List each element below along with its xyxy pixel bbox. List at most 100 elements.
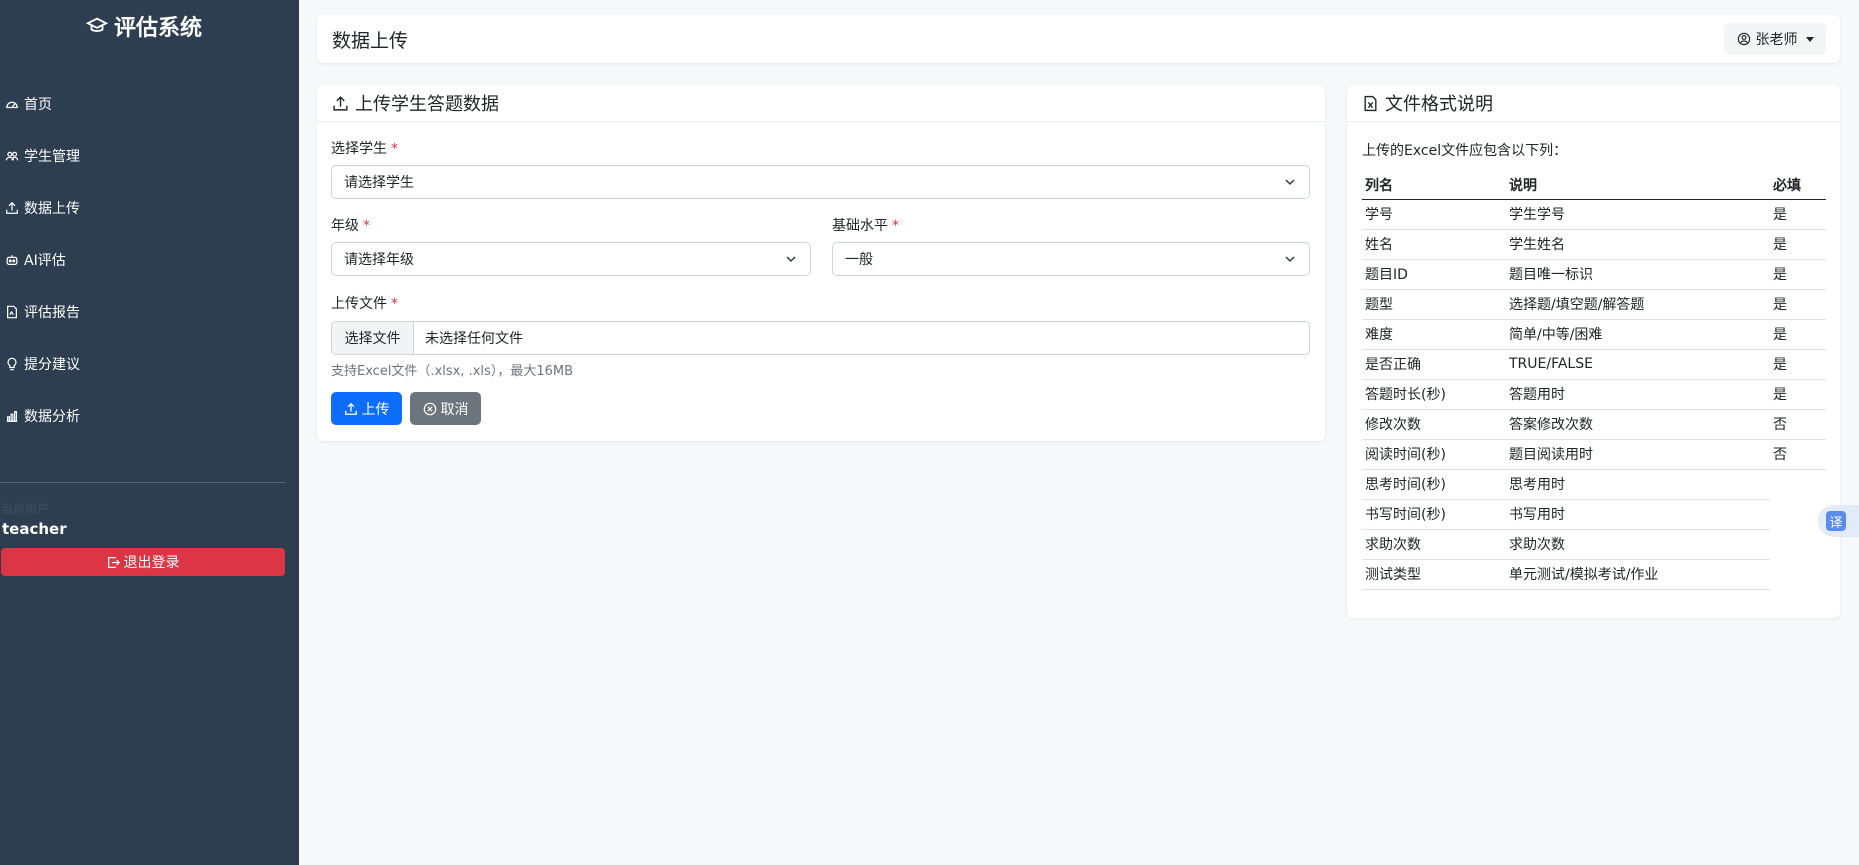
table-row: 是否正确 TRUE/FALSE 是 — [1362, 349, 1826, 380]
sidebar-item-label: 提分建议 — [24, 357, 80, 373]
lightbulb-icon — [7, 357, 17, 371]
format-table: 列名 说明 必填 学号 学生学号是 姓名 学生姓名是 题目ID 题目唯一标识是 题型选… — [1362, 171, 1826, 590]
table-row: 题型 选择题/填空题/解答题是 — [1362, 289, 1826, 320]
required-mark: * — [363, 218, 370, 234]
column-header: 必填 — [1770, 171, 1826, 200]
table-cell: 题目唯一标识 — [1506, 259, 1770, 290]
table-row: 书写时间(秒) 书写用时 — [1362, 499, 1826, 530]
table-cell: 答案修改次数 — [1506, 409, 1770, 440]
speedometer-icon — [6, 101, 18, 109]
choose-file-button[interactable]: 选择文件 — [332, 322, 414, 354]
table-cell: 学生姓名 — [1506, 229, 1770, 260]
x-circle-icon — [423, 402, 436, 415]
graduation-cap-icon — [85, 17, 108, 32]
sidebar-item-analytics[interactable]: 数据分析 — [0, 390, 288, 442]
table-header-row: 列名 说明 必填 — [1362, 171, 1826, 200]
sidebar-item-upload[interactable]: 数据上传 — [0, 182, 288, 234]
table-row: 答题时长(秒) 答题用时是 — [1362, 379, 1826, 410]
logout-label: 退出登录 — [123, 554, 180, 570]
sidebar-item-students[interactable]: 学生管理 — [0, 130, 288, 182]
student-label: 选择学生 * — [331, 138, 398, 158]
translate-icon: 译 — [1826, 511, 1846, 531]
robot-icon — [6, 255, 18, 265]
table-cell: 书写用时 — [1506, 499, 1770, 530]
chevron-down-icon — [1285, 179, 1295, 186]
table-cell: 否 — [1770, 409, 1826, 440]
table-row: 思考时间(秒) 思考用时 — [1362, 469, 1826, 500]
upload-card-header: 上传学生答题数据 — [317, 85, 1325, 122]
level-select[interactable]: 一般 — [832, 242, 1310, 276]
grade-select[interactable]: 请选择年级 — [331, 242, 811, 276]
table-cell — [1770, 529, 1826, 559]
chevron-down-icon — [1285, 256, 1295, 263]
upload-card-title: 上传学生答题数据 — [355, 94, 499, 115]
brand-title: 评估系统 — [113, 16, 202, 41]
level-label: 基础水平 * — [832, 215, 899, 235]
column-header: 列名 — [1362, 171, 1506, 200]
current-user-caption: 当前用户 — [1, 502, 50, 516]
table-row: 姓名 学生姓名是 — [1362, 229, 1826, 260]
table-cell: TRUE/FALSE — [1506, 349, 1770, 380]
file-label: 上传文件 * — [331, 293, 398, 313]
table-cell: 是 — [1770, 349, 1826, 380]
table-row: 修改次数 答案修改次数否 — [1362, 409, 1826, 440]
table-cell: 书写时间(秒) — [1362, 499, 1506, 530]
table-cell: 否 — [1770, 439, 1826, 470]
user-menu-label: 张老师 — [1755, 32, 1798, 48]
upload-card: 上传学生答题数据 选择学生 * 请选择学生 年级 * 请选择年级 基础水平 * 一般 … — [317, 85, 1325, 441]
table-cell: 思考时间(秒) — [1362, 469, 1506, 500]
table-cell: 是 — [1770, 289, 1826, 320]
table-cell: 是 — [1770, 259, 1826, 290]
user-menu-dropdown[interactable]: 张老师 — [1724, 23, 1826, 55]
table-cell: 是 — [1770, 319, 1826, 350]
sidebar: 评估系统 首页 学生管理 数据上传 AI评估 评估报告 提分建议 数据分析 当前… — [0, 0, 299, 865]
sidebar-item-ai-eval[interactable]: AI评估 — [0, 234, 288, 286]
table-row: 测试类型 单元测试/模拟考试/作业 — [1362, 559, 1826, 590]
table-cell — [1770, 469, 1826, 499]
table-cell: 答题时长(秒) — [1362, 379, 1506, 410]
grade-label-text: 年级 — [331, 218, 359, 234]
brand[interactable]: 评估系统 — [0, 10, 288, 42]
cancel-button-label: 取消 — [440, 400, 469, 417]
table-cell: 简单/中等/困难 — [1506, 319, 1770, 350]
student-select[interactable]: 请选择学生 — [331, 165, 1310, 199]
format-card-header: 文件格式说明 — [1347, 85, 1840, 122]
sidebar-item-report[interactable]: 评估报告 — [0, 286, 288, 338]
upload-button[interactable]: 上传 — [331, 392, 402, 425]
logout-icon — [107, 556, 120, 568]
table-cell: 是 — [1770, 379, 1826, 410]
upload-button-label: 上传 — [361, 400, 390, 417]
excel-file-icon — [1364, 95, 1377, 111]
table-cell: 题目阅读用时 — [1506, 439, 1770, 470]
translate-widget[interactable]: 译 — [1818, 505, 1859, 537]
chevron-down-icon — [786, 256, 796, 263]
file-name-display: 未选择任何文件 — [425, 331, 523, 347]
format-intro: 上传的Excel文件应包含以下列： — [1362, 143, 1568, 159]
table-cell: 是否正确 — [1362, 349, 1506, 380]
table-cell: 求助次数 — [1506, 529, 1770, 560]
page-title: 数据上传 — [332, 30, 409, 52]
table-cell: 阅读时间(秒) — [1362, 439, 1506, 470]
bar-chart-icon — [6, 411, 18, 422]
cancel-button[interactable]: 取消 — [410, 392, 481, 425]
table-cell: 学号 — [1362, 199, 1506, 230]
sidebar-item-suggestions[interactable]: 提分建议 — [0, 338, 288, 390]
table-cell: 修改次数 — [1362, 409, 1506, 440]
caret-down-icon — [1805, 36, 1814, 42]
sidebar-item-home[interactable]: 首页 — [0, 78, 288, 130]
logout-button[interactable]: 退出登录 — [1, 548, 285, 576]
sidebar-item-label: 首页 — [24, 97, 52, 113]
file-input[interactable]: 选择文件 未选择任何文件 — [331, 321, 1310, 355]
upload-icon — [6, 201, 18, 214]
level-label-text: 基础水平 — [832, 218, 888, 234]
table-row: 题目ID 题目唯一标识是 — [1362, 259, 1826, 290]
format-card: 文件格式说明 上传的Excel文件应包含以下列： 列名 说明 必填 学号 学生学号… — [1347, 85, 1840, 618]
upload-icon — [333, 95, 348, 111]
table-cell: 难度 — [1362, 319, 1506, 350]
table-cell: 是 — [1770, 199, 1826, 230]
sidebar-nav: 首页 学生管理 数据上传 AI评估 评估报告 提分建议 数据分析 — [0, 78, 288, 442]
upload-icon — [344, 402, 357, 415]
student-select-value: 请选择学生 — [344, 175, 414, 191]
table-cell — [1770, 559, 1826, 589]
table-cell: 题型 — [1362, 289, 1506, 320]
